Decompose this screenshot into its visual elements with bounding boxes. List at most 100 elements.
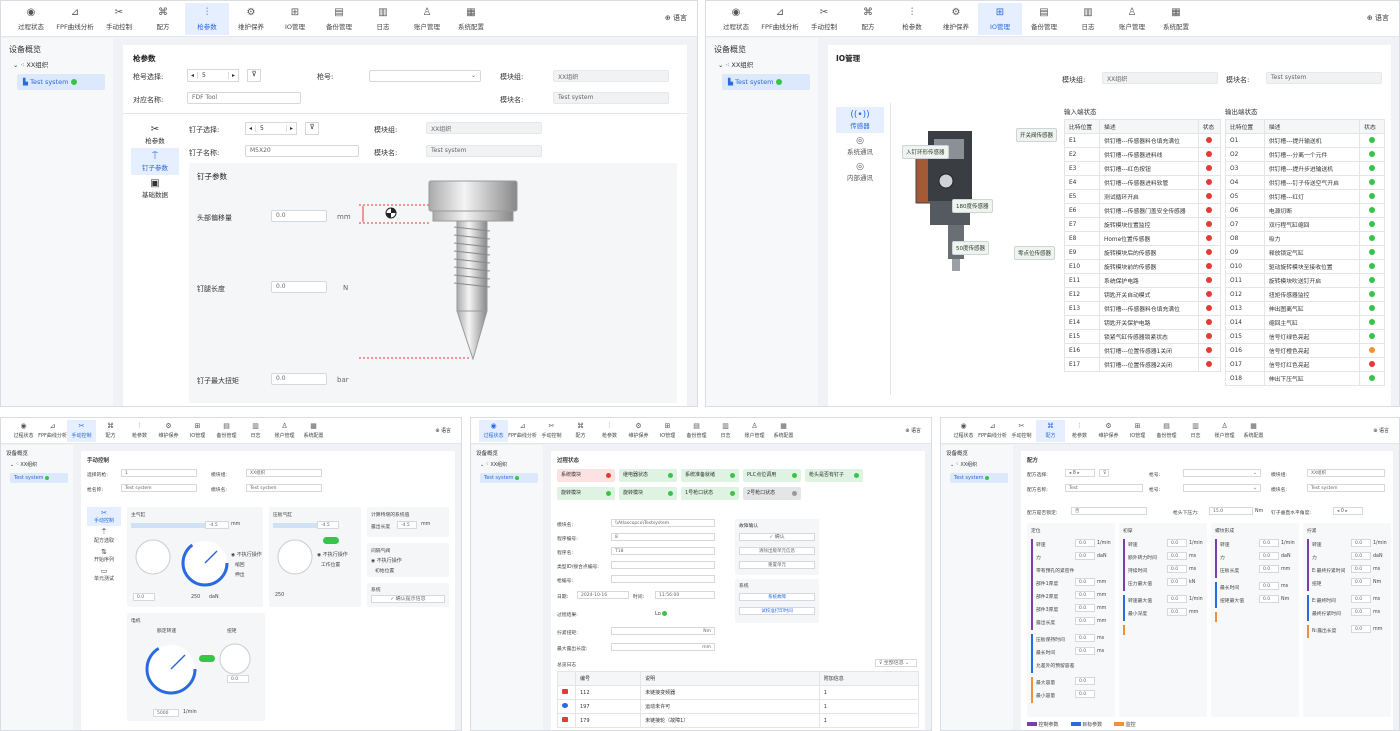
nav-account[interactable]: ♙ 账户管理 — [270, 420, 299, 442]
nav-backup[interactable]: ▤ 备份管理 — [317, 3, 361, 35]
nav-settings[interactable]: ▦ 系统配置 — [1239, 420, 1268, 442]
gun-no-select[interactable]: ⌄ — [1183, 469, 1261, 477]
sidebar-system-item[interactable]: ▙ Test system — [722, 74, 810, 90]
nav-gear[interactable]: ⚙ 维护保养 — [934, 3, 978, 35]
param-input[interactable]: 0.0 — [1351, 625, 1371, 633]
table-row[interactable]: 197 运动未许可 1 — [557, 699, 920, 714]
sidebar-org[interactable]: ⌄ ⁖ XX组织 — [10, 461, 68, 468]
param-input[interactable]: 0.0 — [1351, 565, 1371, 573]
param-input[interactable]: 0.0 — [1167, 578, 1187, 586]
nav-sliders[interactable]: ⫶ 枪参数 — [185, 2, 229, 35]
param-input[interactable]: 0.0 — [1075, 634, 1095, 642]
clear-fault-button[interactable]: 清除出版单元信息 — [739, 547, 815, 555]
param-input[interactable]: 0.0 — [1075, 677, 1095, 685]
option-init-pos[interactable]: 初始位置 — [375, 567, 394, 574]
recipe-name-input[interactable]: Test — [1065, 484, 1143, 492]
nav-log[interactable]: ▥ 日志 — [361, 3, 405, 35]
nav-recipe[interactable]: ⌘ 配方 — [1036, 419, 1065, 442]
angle-stepper[interactable]: ◂ 0 ▸ — [1333, 507, 1363, 515]
option-not-exec[interactable]: ◉ 不执行操作 — [317, 551, 348, 558]
nav-backup[interactable]: ▤ 备份管理 — [682, 420, 711, 442]
param-input[interactable]: 0.0 — [1075, 647, 1095, 655]
option-work-pos[interactable]: 工作位置 — [321, 561, 340, 568]
nav-gear[interactable]: ⚙ 维护保养 — [1094, 420, 1123, 442]
tab-nail-params[interactable]: ⍑ 钉子参数 — [131, 148, 179, 175]
sidebar-system-item[interactable]: ▙ Test system — [17, 74, 105, 90]
param-input[interactable]: 0.0 — [1259, 565, 1279, 573]
nav-chart[interactable]: ⊿ FPF曲线分析 — [508, 420, 537, 442]
param-input[interactable]: 0.0 — [1167, 608, 1187, 616]
param-input[interactable]: 0.0 — [1351, 539, 1371, 547]
increment-icon[interactable]: ▸ — [286, 125, 296, 132]
nav-status[interactable]: ◉ 过程状态 — [479, 419, 508, 442]
sidebar-org[interactable]: ⌄ ⁖ XX组织 — [480, 461, 538, 468]
option-extend[interactable]: 伸出 — [235, 571, 245, 578]
nav-status[interactable]: ◉ 过程状态 — [9, 420, 38, 442]
confirm-button[interactable]: ✓ 确认 — [739, 533, 815, 541]
table-row[interactable]: 112 未链接变频器 1 — [557, 685, 920, 700]
param-input[interactable]: 0.0 — [1075, 690, 1095, 698]
nav-tool[interactable]: ✂ 手动控制 — [67, 419, 96, 442]
gun-no-select-2[interactable]: ⌄ — [1183, 484, 1261, 492]
nav-recipe[interactable]: ⌘ 配方 — [96, 420, 125, 442]
param-input[interactable]: 0.0 — [1075, 578, 1095, 586]
nav-io[interactable]: ⊞ IO管理 — [273, 3, 317, 35]
tab-internal-comm[interactable]: ◎ 内部通讯 — [836, 159, 884, 185]
param-input[interactable]: 0.0 — [1075, 604, 1095, 612]
reset-unit-button[interactable]: 重置单元 — [739, 561, 815, 569]
sidebar-org[interactable]: ⌄ ⁖ XX组织 — [950, 461, 1008, 468]
nav-log[interactable]: ▥ 日志 — [1181, 420, 1210, 442]
nav-log[interactable]: ▥ 日志 — [1066, 3, 1110, 35]
option-not-exec[interactable]: ◉ 不执行操作 — [371, 557, 402, 564]
nail-name-input[interactable]: M5X20 — [245, 145, 359, 157]
nav-recipe[interactable]: ⌘ 配方 — [846, 3, 890, 35]
nav-account[interactable]: ♙ 账户管理 — [1210, 420, 1239, 442]
nav-chart[interactable]: ⊿ FPF曲线分析 — [53, 3, 97, 35]
language-switch[interactable]: ⊕ 语言 — [1373, 427, 1389, 434]
decrement-icon[interactable]: ◂ — [246, 125, 256, 132]
filter-icon[interactable]: ⊽ — [247, 69, 261, 82]
sidebar-system-item[interactable]: Test system — [480, 473, 538, 483]
nav-backup[interactable]: ▤ 备份管理 — [212, 420, 241, 442]
toggle-switch[interactable] — [323, 537, 339, 544]
nav-gear[interactable]: ⚙ 维护保养 — [624, 420, 653, 442]
tab-unit-test[interactable]: ▭ 单元测试 — [87, 565, 121, 584]
max-torque-input[interactable]: 0.0 — [271, 373, 327, 385]
nav-gear[interactable]: ⚙ 维护保养 — [229, 3, 273, 35]
language-switch[interactable]: ⊕ 语言 — [1367, 13, 1389, 23]
nav-log[interactable]: ▥ 日志 — [241, 420, 270, 442]
param-input[interactable]: 0.0 — [1167, 552, 1187, 560]
toggle-switch[interactable] — [199, 655, 215, 662]
system-fault-button[interactable]: 系统故障 — [739, 593, 815, 601]
decrement-icon[interactable]: ◂ — [188, 72, 198, 79]
tab-gun-params[interactable]: ✂ 枪参数 — [131, 121, 179, 148]
nail-stepper[interactable]: ◂ 5 ▸ — [245, 122, 297, 135]
tab-manual[interactable]: ✂ 手动控制 — [87, 507, 121, 526]
sidebar-system-item[interactable]: Test system — [950, 473, 1008, 483]
nav-io[interactable]: ⊞ IO管理 — [1123, 420, 1152, 442]
tab-sequence[interactable]: ⇅ 开始序列 — [87, 546, 121, 565]
nav-gear[interactable]: ⚙ 维护保养 — [154, 420, 183, 442]
nav-account[interactable]: ♙ 账户管理 — [740, 420, 769, 442]
sidebar-system-item[interactable]: Test system — [10, 473, 68, 483]
nav-status[interactable]: ◉ 过程状态 — [949, 420, 978, 442]
language-switch[interactable]: ⊕ 语言 — [435, 427, 451, 434]
tab-recipe[interactable]: ⍑ 配方选取 — [87, 526, 121, 546]
nav-sliders[interactable]: ⫶ 枪参数 — [890, 3, 934, 35]
table-row[interactable]: 179 未链接轮（故障1） 1 — [557, 713, 920, 728]
param-input[interactable]: 0.0 — [1351, 608, 1371, 616]
nav-io[interactable]: ⊞ IO管理 — [978, 2, 1022, 35]
nav-status[interactable]: ◉ 过程状态 — [714, 3, 758, 35]
nav-backup[interactable]: ▤ 备份管理 — [1022, 3, 1066, 35]
option-retract[interactable]: 缩回 — [235, 561, 245, 568]
nav-settings[interactable]: ▦ 系统配置 — [449, 3, 493, 35]
param-input[interactable]: 0.0 — [1075, 617, 1095, 625]
tab-sensor[interactable]: ((•)) 传感器 — [836, 107, 884, 133]
language-switch[interactable]: ⊕ 语言 — [665, 13, 687, 23]
option-not-exec[interactable]: ◉ 不执行操作 — [231, 551, 262, 558]
nav-recipe[interactable]: ⌘ 配方 — [566, 420, 595, 442]
param-input[interactable]: 0.0 — [1259, 595, 1279, 603]
nav-log[interactable]: ▥ 日志 — [711, 420, 740, 442]
param-input[interactable]: 0.0 — [1259, 582, 1279, 590]
calibrate-button[interactable]: 试校准打印时间 — [739, 607, 815, 615]
